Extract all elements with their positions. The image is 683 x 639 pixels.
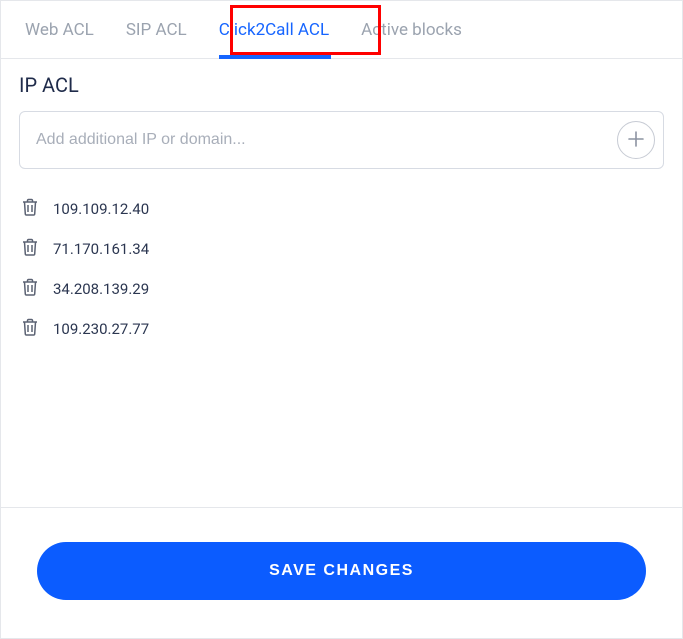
tab-label: Active blocks <box>361 20 462 40</box>
ip-address: 34.208.139.29 <box>53 280 149 298</box>
content-area: IP ACL 109.109.12.40 71.170.161.34 <box>1 59 682 507</box>
save-changes-button[interactable]: SAVE CHANGES <box>37 542 646 600</box>
tab-label: Click2Call ACL <box>219 20 329 40</box>
footer: SAVE CHANGES <box>1 507 682 638</box>
tab-label: Web ACL <box>25 20 94 40</box>
list-item: 109.230.27.77 <box>19 309 664 349</box>
list-item: 71.170.161.34 <box>19 229 664 269</box>
trash-icon <box>22 198 38 220</box>
tabs-bar: Web ACL SIP ACL Click2Call ACL Active bl… <box>1 1 682 59</box>
trash-icon <box>22 238 38 260</box>
list-item: 34.208.139.29 <box>19 269 664 309</box>
tab-active-blocks[interactable]: Active blocks <box>345 1 478 59</box>
section-title: IP ACL <box>19 73 664 97</box>
tab-web-acl[interactable]: Web ACL <box>25 1 110 59</box>
ip-address: 109.230.27.77 <box>53 320 149 338</box>
list-item: 109.109.12.40 <box>19 189 664 229</box>
add-ip-row <box>19 111 664 169</box>
ip-input[interactable] <box>36 118 617 162</box>
ip-address: 71.170.161.34 <box>53 240 149 258</box>
trash-icon <box>22 318 38 340</box>
delete-button[interactable] <box>21 199 39 219</box>
ip-list: 109.109.12.40 71.170.161.34 34.208.139.2… <box>19 189 664 349</box>
delete-button[interactable] <box>21 239 39 259</box>
trash-icon <box>22 278 38 300</box>
tab-click2call-acl[interactable]: Click2Call ACL <box>203 1 345 59</box>
delete-button[interactable] <box>21 279 39 299</box>
add-button[interactable] <box>617 121 655 159</box>
ip-address: 109.109.12.40 <box>53 200 149 218</box>
tab-sip-acl[interactable]: SIP ACL <box>110 1 203 59</box>
delete-button[interactable] <box>21 319 39 339</box>
tab-label: SIP ACL <box>126 20 187 40</box>
plus-icon <box>626 129 646 152</box>
